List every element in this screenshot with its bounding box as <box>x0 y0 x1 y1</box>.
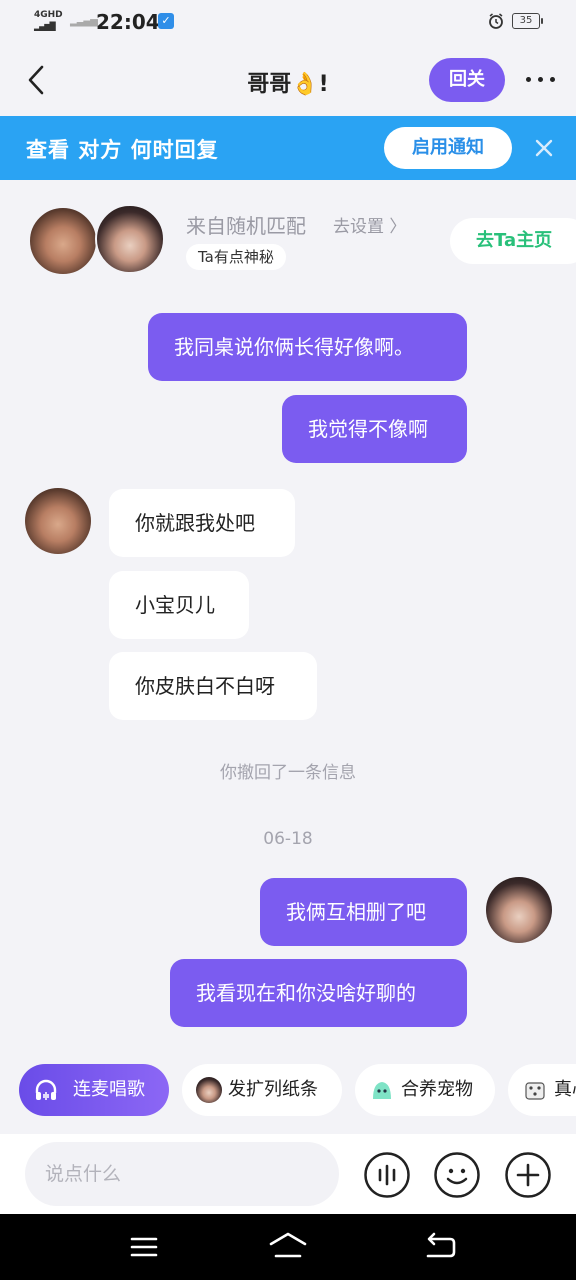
chip-label: 合养宠物 <box>401 1079 473 1100</box>
follow-back-button[interactable]: 回关 <box>429 58 505 102</box>
other-user-avatar[interactable] <box>25 488 91 554</box>
headphones-icon <box>35 1079 57 1100</box>
self-avatar[interactable] <box>486 877 552 943</box>
back-icon[interactable] <box>420 1230 460 1264</box>
alarm-icon <box>489 13 503 29</box>
avatar-icon <box>196 1077 222 1103</box>
personality-tag: Ta有点神秘 <box>186 244 286 270</box>
message-bubble-outgoing[interactable]: 我同桌说你俩长得好像啊。 <box>148 313 467 381</box>
enable-notification-button[interactable]: 启用通知 <box>384 127 512 169</box>
date-divider: 06-18 <box>263 829 313 849</box>
message-bubble-outgoing[interactable]: 我看现在和你没啥好聊的 <box>170 959 467 1027</box>
more-dots-icon[interactable] <box>520 64 560 94</box>
chip-label: 真心 <box>554 1079 576 1100</box>
battery-level: 35 <box>519 15 533 26</box>
match-source: 来自随机匹配 <box>186 214 306 238</box>
recall-notice: 你撤回了一条信息 <box>220 763 356 783</box>
app-notification-icon: ✓ <box>158 13 174 29</box>
voice-icon[interactable] <box>364 1152 410 1198</box>
message-bubble-incoming[interactable]: 小宝贝儿 <box>109 571 249 639</box>
chip-label: 发扩列纸条 <box>228 1079 318 1100</box>
dice-icon <box>525 1082 545 1100</box>
message-bubble-incoming[interactable]: 你皮肤白不白呀 <box>109 652 317 720</box>
duet-singing-chip[interactable]: 连麦唱歌 <box>19 1064 169 1116</box>
status-bar: 4GHD ▂▄▆█ ▂▃▄▅ 22:04 ✓ 35 <box>0 0 576 44</box>
system-navigation-bar <box>0 1214 576 1280</box>
chip-label: 连麦唱歌 <box>73 1079 145 1100</box>
quick-actions-bar: 连麦唱歌 发扩列纸条 合养宠物 真心 <box>0 1062 576 1120</box>
message-input[interactable]: 说点什么 <box>25 1142 339 1206</box>
menu-icon[interactable] <box>124 1230 164 1264</box>
home-icon[interactable] <box>268 1230 308 1264</box>
banner-text: 查看 对方 何时回复 <box>26 138 219 162</box>
self-avatar[interactable] <box>95 204 165 274</box>
pet-icon <box>373 1082 391 1099</box>
plus-icon[interactable] <box>505 1152 551 1198</box>
match-info-card: 来自随机匹配 去设置 〉 Ta有点神秘 去Ta主页 <box>0 196 576 286</box>
chat-header: 哥哥👌! 回关 <box>0 44 576 116</box>
signal-secondary-icon: ▂▃▄▅ <box>70 16 98 27</box>
status-time: 22:04 <box>96 10 160 34</box>
co-raise-pet-chip[interactable]: 合养宠物 <box>355 1064 495 1116</box>
notification-banner: 查看 对方 何时回复 启用通知 <box>0 116 576 180</box>
send-note-chip[interactable]: 发扩列纸条 <box>182 1064 342 1116</box>
close-icon[interactable] <box>530 134 558 162</box>
other-user-avatar[interactable] <box>28 206 98 276</box>
network-indicator: 4GHD ▂▄▆█ <box>34 10 63 32</box>
network-label: 4GHD <box>34 10 63 20</box>
message-bubble-outgoing[interactable]: 我觉得不像啊 <box>282 395 467 463</box>
truth-dare-chip[interactable]: 真心 <box>508 1064 576 1116</box>
message-bubble-outgoing[interactable]: 我俩互相删了吧 <box>260 878 467 946</box>
visit-homepage-button[interactable]: 去Ta主页 <box>450 218 576 264</box>
match-settings-link[interactable]: 去设置 〉 <box>333 212 406 237</box>
emoji-icon[interactable] <box>434 1152 480 1198</box>
message-input-bar: 说点什么 <box>0 1134 576 1214</box>
signal-icon: ▂▄▆█ <box>34 22 56 31</box>
message-bubble-incoming[interactable]: 你就跟我处吧 <box>109 489 295 557</box>
battery-icon: 35 <box>512 13 543 29</box>
